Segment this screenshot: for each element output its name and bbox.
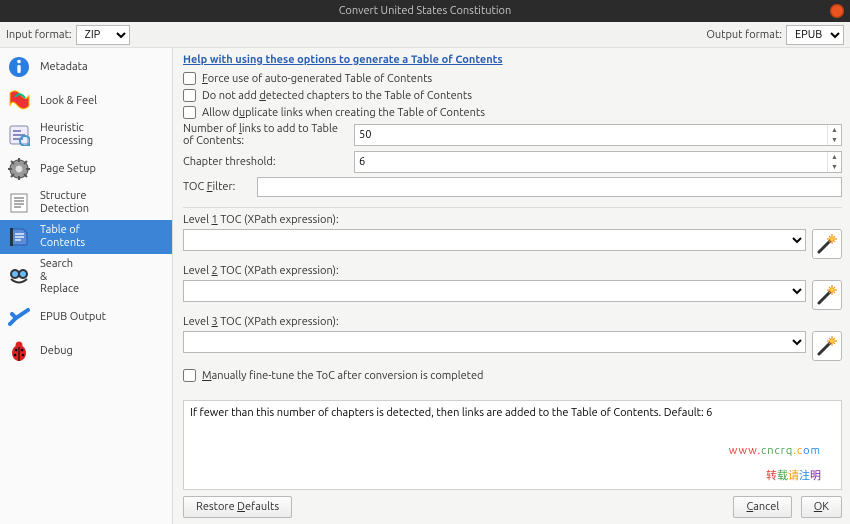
allow-dup-row: Allow duplicate links when creating the … [183, 106, 842, 119]
chapterthresh-input[interactable] [355, 152, 827, 172]
sidebar-item-label: Table of Contents [40, 224, 85, 249]
sidebar-item-page-setup[interactable]: Page Setup [0, 152, 172, 186]
close-icon[interactable] [830, 4, 844, 18]
button-row: Restore Defaults Cancel OK [183, 496, 842, 518]
sidebar-item-look-feel[interactable]: Look & Feel [0, 84, 172, 118]
chapterthresh-spinbox[interactable]: ▲▼ [354, 151, 842, 173]
sidebar-item-label: Structure Detection [40, 190, 89, 215]
sidebar-item-label: Debug [40, 345, 73, 358]
allow-dup-checkbox[interactable] [183, 106, 196, 119]
sidebar-item-search-replace[interactable]: Search & Replace [0, 254, 172, 300]
format-bar: Input format: ZIP Output format: EPUB [0, 22, 850, 48]
help-link[interactable]: Help with using these options to generat… [183, 54, 842, 66]
sidebar-item-label: EPUB Output [40, 311, 106, 324]
spin-down-icon[interactable]: ▼ [828, 162, 841, 172]
toc-level-2-wizard-button[interactable] [812, 280, 842, 310]
numlinks-spinbox[interactable]: ▲▼ [354, 124, 842, 146]
sidebar-item-label: Search & Replace [40, 258, 79, 296]
spin-down-icon[interactable]: ▼ [828, 135, 841, 145]
sidebar-item-label: Page Setup [40, 163, 96, 176]
content-panel: Help with using these options to generat… [173, 48, 850, 524]
description-box: If fewer than this number of chapters is… [183, 400, 842, 490]
numlinks-label: Number of links to add to Table of Conte… [183, 123, 348, 147]
toc-level-3-combobox[interactable] [183, 331, 806, 353]
sidebar-item-structure-detection[interactable]: Structure Detection [0, 186, 172, 220]
chapterthresh-label: Chapter threshold: [183, 156, 348, 168]
no-detected-label: Do not add detected chapters to the Tabl… [202, 90, 472, 102]
description-text: If fewer than this number of chapters is… [190, 407, 712, 419]
ok-button[interactable]: OK [801, 496, 842, 518]
sidebar-icon [6, 156, 32, 182]
input-format-select[interactable]: ZIP [76, 25, 130, 45]
output-format-select[interactable]: EPUB [786, 25, 844, 45]
manual-label: Manually fine-tune the ToC after convers… [202, 370, 483, 382]
sidebar-icon [6, 264, 32, 290]
sidebar-icon [6, 338, 32, 364]
input-format-label: Input format: [6, 29, 72, 41]
force-toc-row: Force use of auto-generated Table of Con… [183, 72, 842, 85]
sidebar-item-epub-output[interactable]: EPUB Output [0, 300, 172, 334]
toc-level-1-label: Level 1 TOC (XPath expression): [183, 214, 842, 226]
sidebar-item-label: Heuristic Processing [40, 122, 93, 147]
sidebar-item-debug[interactable]: Debug [0, 334, 172, 368]
sidebar-icon [6, 304, 32, 330]
toc-level-2-combobox[interactable] [183, 280, 806, 302]
tocfilter-label: TOC Filter: [183, 181, 251, 193]
sidebar-item-metadata[interactable]: Metadata [0, 50, 172, 84]
sidebar-icon [6, 190, 32, 216]
manual-row: Manually fine-tune the ToC after convers… [183, 369, 842, 382]
no-detected-checkbox[interactable] [183, 89, 196, 102]
restore-defaults-button[interactable]: Restore Defaults [183, 496, 292, 518]
toc-level-3-group: Level 3 TOC (XPath expression): [183, 316, 842, 361]
spin-up-icon[interactable]: ▲ [828, 152, 841, 162]
sidebar-icon [6, 88, 32, 114]
cancel-button[interactable]: Cancel [733, 496, 792, 518]
chapterthresh-row: Chapter threshold: ▲▼ [183, 151, 842, 173]
toc-level-3-wizard-button[interactable] [812, 331, 842, 361]
sidebar-icon [6, 122, 32, 148]
toc-level-1-combobox[interactable] [183, 229, 806, 251]
watermark-zh: 转载请注明 [766, 462, 821, 485]
spin-up-icon[interactable]: ▲ [828, 125, 841, 135]
force-toc-checkbox[interactable] [183, 72, 196, 85]
numlinks-row: Number of links to add to Table of Conte… [183, 123, 842, 147]
divider [183, 207, 842, 208]
watermark-url: www.cncrq.com [729, 434, 821, 461]
toc-level-2-label: Level 2 TOC (XPath expression): [183, 265, 842, 277]
toc-level-2-group: Level 2 TOC (XPath expression): [183, 265, 842, 310]
titlebar: Convert United States Constitution [0, 0, 850, 22]
allow-dup-label: Allow duplicate links when creating the … [202, 107, 485, 119]
sidebar-icon [6, 224, 32, 250]
numlinks-input[interactable] [355, 125, 827, 145]
force-toc-label: Force use of auto-generated Table of Con… [202, 73, 432, 85]
toc-level-1-group: Level 1 TOC (XPath expression): [183, 214, 842, 259]
window-title: Convert United States Constitution [339, 5, 512, 17]
sidebar-item-heuristic-processing[interactable]: Heuristic Processing [0, 118, 172, 152]
sidebar-item-label: Look & Feel [40, 95, 97, 108]
output-format-label: Output format: [706, 29, 782, 41]
toc-level-1-wizard-button[interactable] [812, 229, 842, 259]
sidebar-item-table-of-contents[interactable]: Table of Contents [0, 220, 172, 254]
sidebar: Metadata Look & Feel Heuristic Processing P… [0, 48, 173, 524]
tocfilter-input[interactable] [257, 177, 842, 197]
no-detected-row: Do not add detected chapters to the Tabl… [183, 89, 842, 102]
sidebar-icon [6, 54, 32, 80]
tocfilter-row: TOC Filter: [183, 177, 842, 197]
toc-level-3-label: Level 3 TOC (XPath expression): [183, 316, 842, 328]
manual-checkbox[interactable] [183, 369, 196, 382]
sidebar-item-label: Metadata [40, 61, 88, 74]
